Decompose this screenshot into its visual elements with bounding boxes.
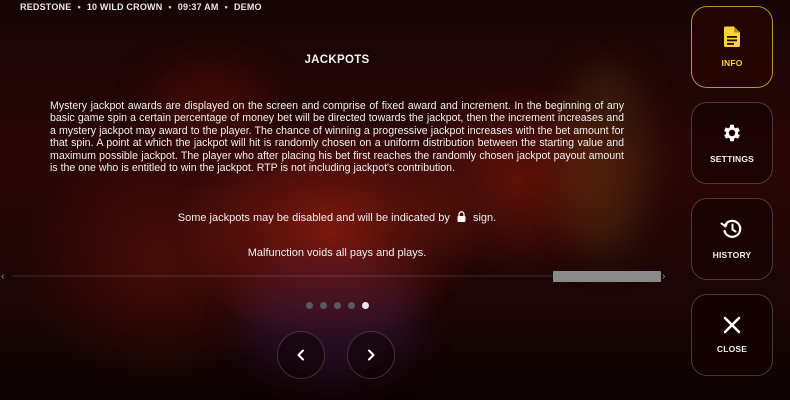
- close-label: CLOSE: [716, 344, 748, 354]
- scroll-left-arrow-icon[interactable]: ‹: [1, 270, 11, 284]
- history-label: HISTORY: [712, 250, 752, 260]
- pagination-dot[interactable]: [334, 302, 341, 309]
- next-page-button[interactable]: [347, 331, 395, 379]
- pagination-dot[interactable]: [306, 302, 313, 309]
- info-button[interactable]: INFO: [691, 6, 773, 88]
- scroll-right-arrow-icon[interactable]: ›: [662, 270, 672, 284]
- history-icon: [720, 219, 742, 238]
- page-title: JACKPOTS: [304, 54, 370, 66]
- pagination-dots: [306, 302, 369, 309]
- close-icon: [723, 316, 741, 334]
- gear-icon: [724, 124, 740, 142]
- jackpot-description: Mystery jackpot awards are displayed on …: [50, 100, 624, 175]
- pagination-dot[interactable]: [348, 302, 355, 309]
- previous-page-button[interactable]: [277, 331, 325, 379]
- chevron-left-icon: [297, 349, 304, 361]
- disabled-note-text: Some jackpots may be disabled and will b…: [177, 212, 450, 224]
- document-icon: [724, 26, 740, 47]
- chevron-right-icon: [368, 349, 375, 361]
- info-page: JACKPOTS Mystery jackpot awards are disp…: [50, 0, 624, 400]
- pagination-dot[interactable]: [362, 302, 369, 309]
- pagination-dot[interactable]: [320, 302, 327, 309]
- disabled-jackpot-note: Some jackpots may be disabled and will b…: [50, 211, 624, 225]
- info-label: INFO: [721, 58, 743, 68]
- malfunction-note: Malfunction voids all pays and plays.: [247, 247, 427, 259]
- settings-button[interactable]: SETTINGS: [691, 102, 773, 184]
- lock-icon: [457, 211, 466, 225]
- disabled-note-suffix: sign.: [472, 212, 497, 224]
- settings-label: SETTINGS: [709, 154, 755, 164]
- history-button[interactable]: HISTORY: [691, 198, 773, 280]
- close-button[interactable]: CLOSE: [691, 294, 773, 376]
- scroll-thumb[interactable]: [553, 271, 661, 282]
